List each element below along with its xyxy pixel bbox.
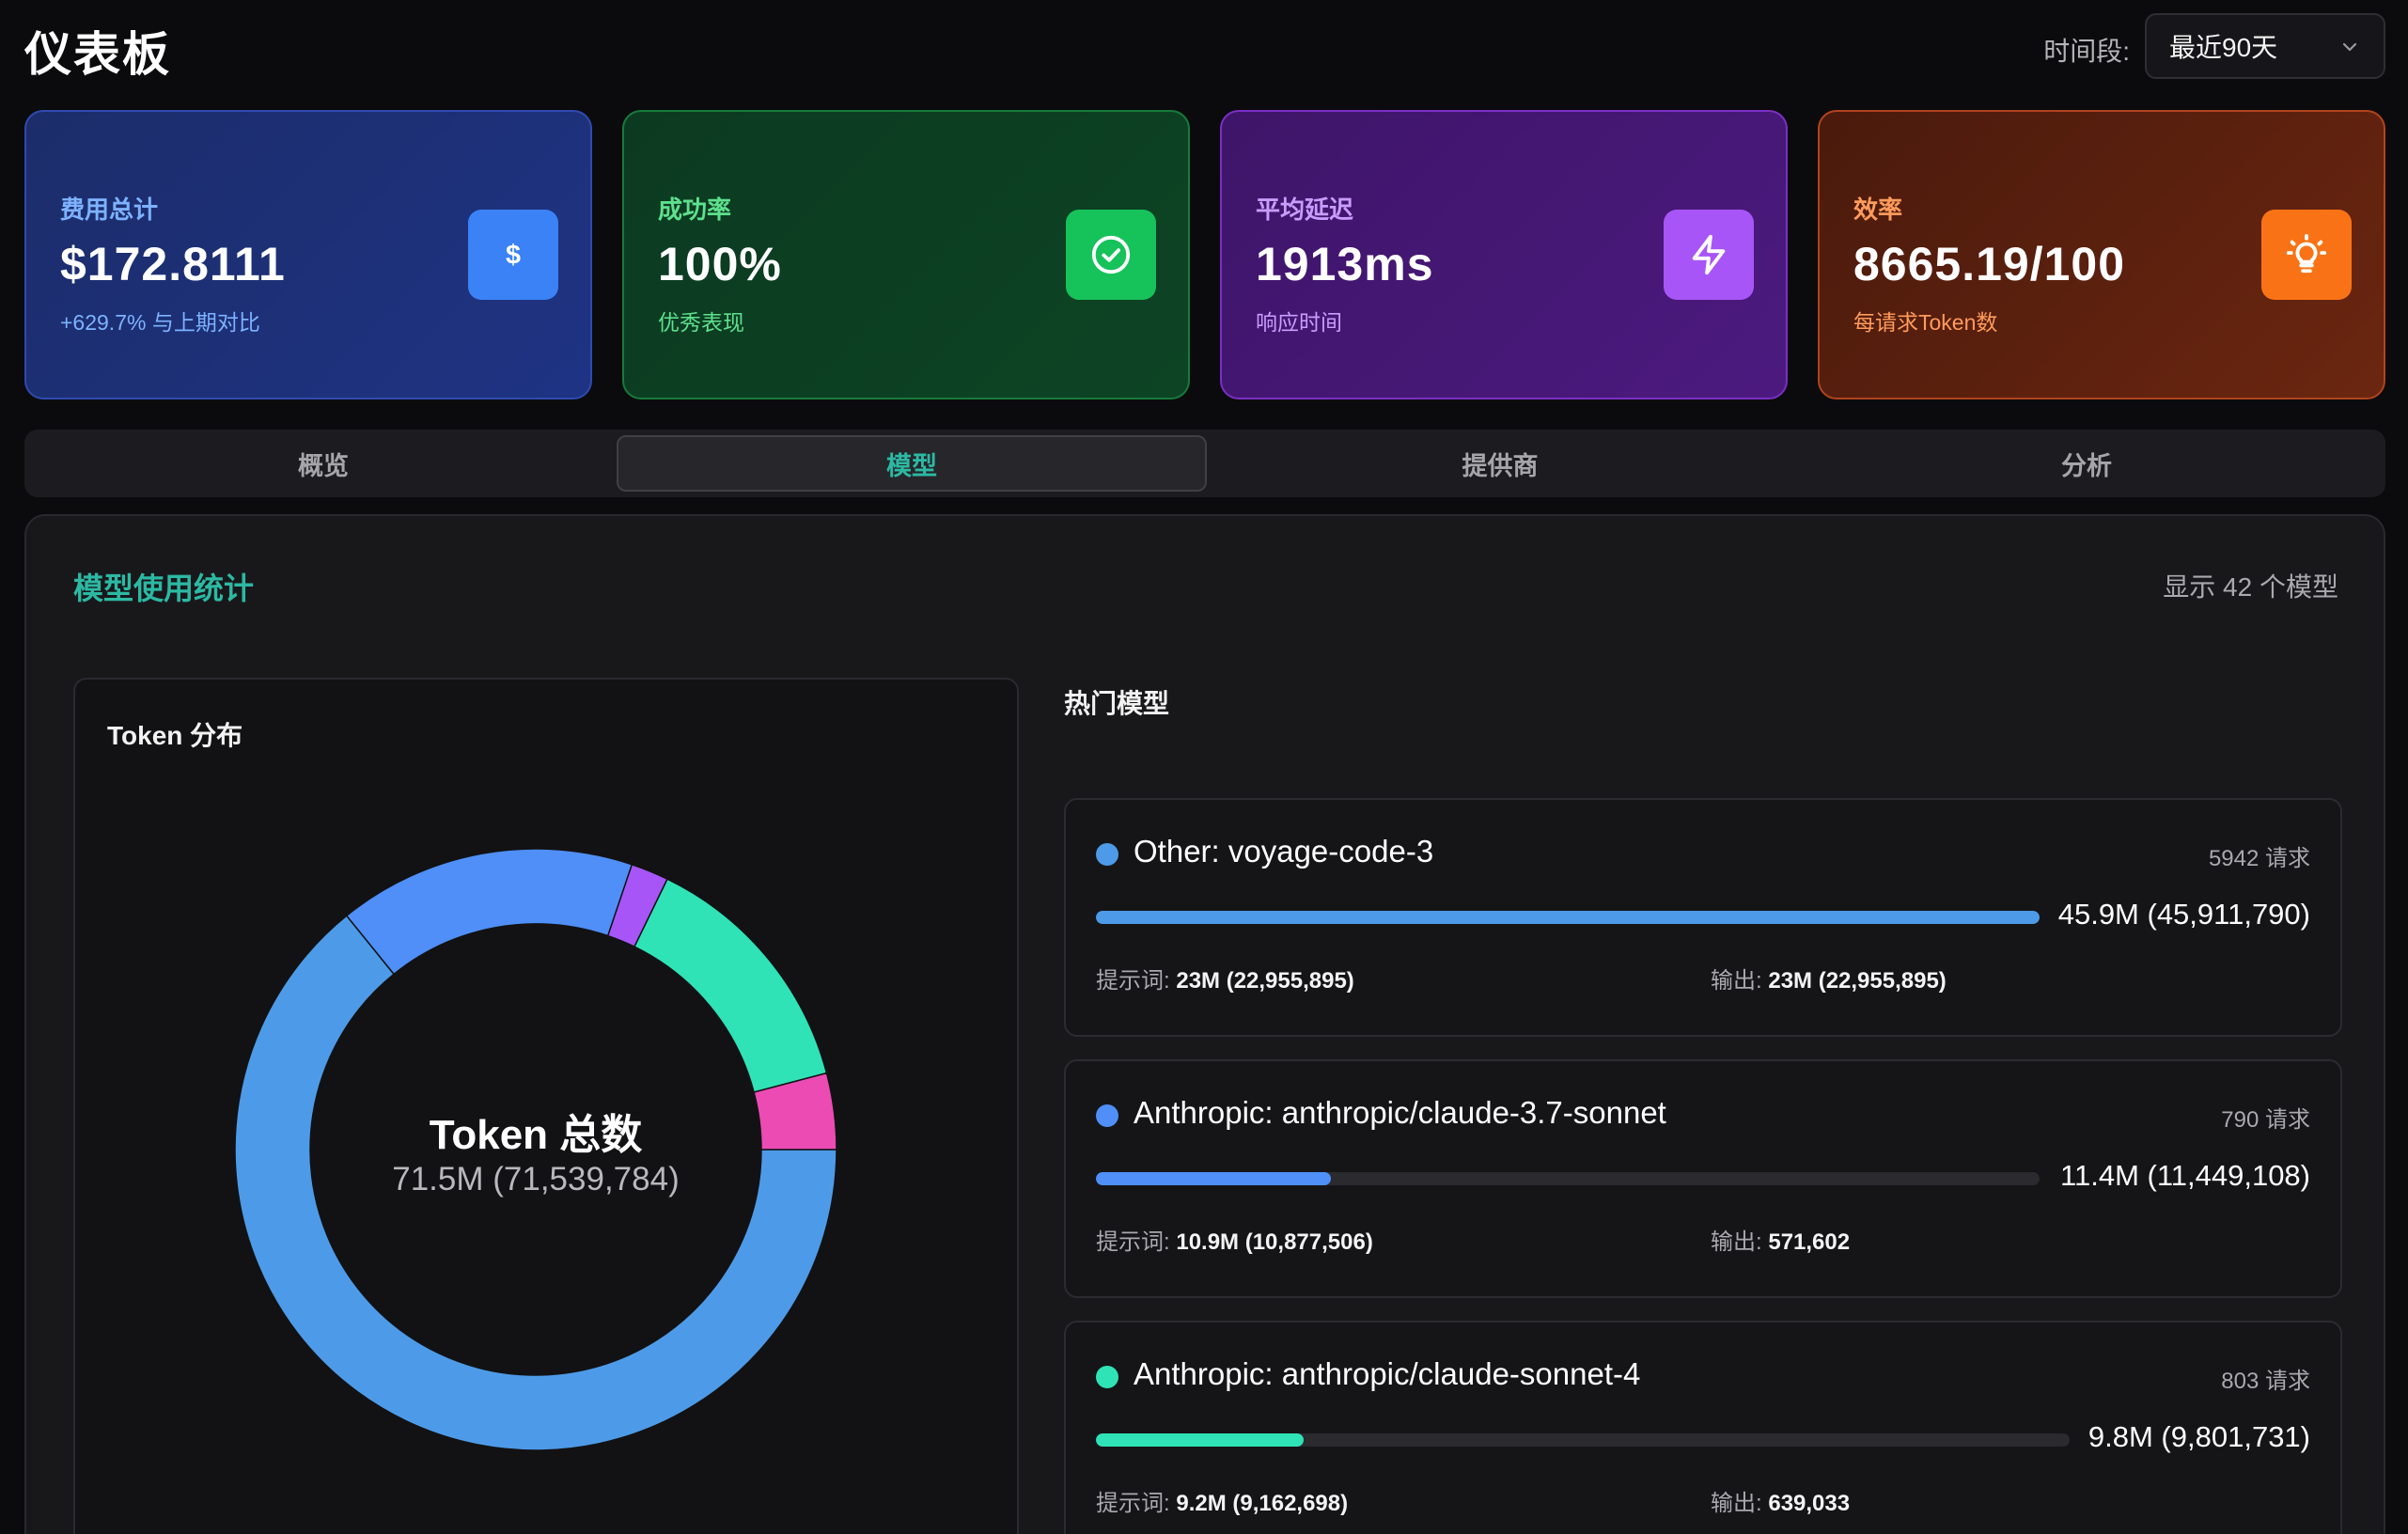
model-output-tokens: 输出: 571,602 [1711, 1223, 1850, 1256]
donut-segment[interactable] [345, 849, 633, 976]
model-output-tokens: 输出: 23M (22,955,895) [1711, 962, 1947, 994]
prompt-value: 23M (22,955,895) [1176, 968, 1354, 994]
period-select[interactable]: 最近90天 [2145, 13, 2385, 79]
usage-bar-fill [1096, 911, 2040, 924]
model-color-dot [1096, 843, 1118, 866]
tab-analysis[interactable]: 分析 [1793, 435, 2380, 492]
cost-card: 费用总计 $172.8111 +629.7% 与上期对比 $ [24, 110, 592, 399]
model-color-dot [1096, 1366, 1118, 1388]
output-label: 输出: [1711, 1229, 1762, 1255]
model-prompt-tokens: 提示词: 23M (22,955,895) [1096, 962, 1354, 994]
usage-bar [1096, 1433, 2070, 1447]
lightbulb-icon [2261, 210, 2352, 300]
tab-overview[interactable]: 概览 [30, 435, 617, 492]
prompt-value: 10.9M (10,877,506) [1176, 1229, 1373, 1255]
output-value: 23M (22,955,895) [1768, 968, 1947, 994]
usage-bar [1096, 911, 2040, 924]
hot-models-title: 热门模型 [1064, 689, 1170, 718]
efficiency-card: 效率 8665.19/100 每请求Token数 [1818, 110, 2385, 399]
model-color-dot [1096, 1104, 1118, 1127]
donut-center-value: 71.5M (71,539,784) [392, 1161, 680, 1197]
usage-bar [1096, 1172, 2040, 1185]
donut-center-title: Token 总数 [429, 1112, 643, 1158]
output-label: 输出: [1711, 968, 1762, 994]
model-stats-panel: 模型使用统计 显示 42 个模型 Token 分布 Token 总数 71.5M… [24, 514, 2385, 1534]
model-card[interactable]: Anthropic: anthropic/claude-sonnet-4 803… [1064, 1321, 2342, 1534]
hot-models-list: Other: voyage-code-3 5942 请求 45.9M (45,9… [1064, 798, 2342, 1534]
period-select-value: 最近90天 [2169, 33, 2278, 62]
model-requests: 790 请求 [2221, 1107, 2310, 1133]
dollar-icon: $ [468, 210, 558, 300]
check-circle-icon [1066, 210, 1156, 300]
output-label: 输出: [1711, 1491, 1762, 1516]
stat-cards: 费用总计 $172.8111 +629.7% 与上期对比 $ 成功率 100% … [24, 110, 2385, 399]
tab-providers[interactable]: 提供商 [1207, 435, 1793, 492]
prompt-label: 提示词: [1096, 1491, 1170, 1516]
output-value: 571,602 [1768, 1229, 1851, 1255]
model-card[interactable]: Anthropic: anthropic/claude-3.7-sonnet 7… [1064, 1059, 2342, 1298]
chevron-down-icon [2342, 42, 2357, 52]
model-count: 显示 42 个模型 [2163, 572, 2338, 602]
model-total-tokens: 9.8M (9,801,731) [2087, 1420, 2310, 1453]
tab-bar: 概览 模型 提供商 分析 [24, 430, 2385, 497]
model-output-tokens: 输出: 639,033 [1711, 1484, 1850, 1517]
token-distribution-card: Token 分布 Token 总数 71.5M (71,539,784) [73, 678, 1019, 1534]
model-name: Other: voyage-code-3 [1134, 834, 1434, 869]
model-total-tokens: 45.9M (45,911,790) [2057, 898, 2310, 931]
latency-card: 平均延迟 1913ms 响应时间 [1220, 110, 1788, 399]
model-requests: 5942 请求 [2208, 846, 2310, 871]
usage-bar-fill [1096, 1433, 1304, 1447]
prompt-label: 提示词: [1096, 968, 1170, 994]
cost-sub: +629.7% 与上期对比 [60, 310, 260, 335]
model-prompt-tokens: 提示词: 10.9M (10,877,506) [1096, 1223, 1373, 1256]
distribution-title: Token 分布 [107, 721, 243, 750]
efficiency-sub: 每请求Token数 [1853, 310, 1998, 335]
period-label: 时间段: [2043, 37, 2130, 66]
svg-text:$: $ [506, 241, 521, 271]
model-name: Anthropic: anthropic/claude-3.7-sonnet [1134, 1095, 1666, 1130]
latency-sub: 响应时间 [1256, 310, 1342, 335]
model-name: Anthropic: anthropic/claude-sonnet-4 [1134, 1356, 1641, 1391]
donut-segment[interactable] [633, 878, 828, 1093]
model-prompt-tokens: 提示词: 9.2M (9,162,698) [1096, 1484, 1348, 1517]
page-title: 仪表板 [24, 28, 171, 81]
model-card[interactable]: Other: voyage-code-3 5942 请求 45.9M (45,9… [1064, 798, 2342, 1037]
output-value: 639,033 [1768, 1491, 1851, 1516]
panel-title: 模型使用统计 [73, 571, 255, 605]
tab-models[interactable]: 模型 [617, 435, 1207, 492]
success-sub: 优秀表现 [658, 310, 744, 335]
usage-bar-fill [1096, 1172, 1331, 1185]
prompt-label: 提示词: [1096, 1229, 1170, 1255]
model-total-tokens: 11.4M (11,449,108) [2060, 1159, 2310, 1192]
success-card: 成功率 100% 优秀表现 [622, 110, 1190, 399]
lightning-icon [1664, 210, 1754, 300]
prompt-value: 9.2M (9,162,698) [1176, 1491, 1349, 1516]
model-requests: 803 请求 [2221, 1369, 2310, 1394]
